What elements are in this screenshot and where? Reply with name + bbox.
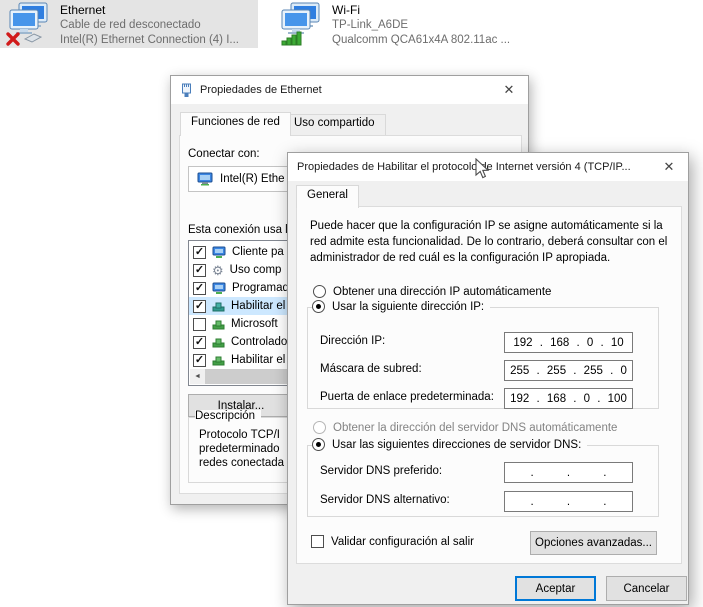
scroll-left-icon[interactable]: ◄ bbox=[190, 373, 205, 380]
tab-general[interactable]: General bbox=[296, 185, 359, 208]
radio-icon bbox=[313, 421, 326, 434]
intro-line: administrador de red cuál es la configur… bbox=[310, 252, 611, 264]
network-adapter-ethernet[interactable]: Ethernet Cable de red desconectado Intel… bbox=[0, 0, 258, 48]
radio-label: Obtener la dirección del servidor DNS au… bbox=[333, 421, 618, 434]
item-label: Programad bbox=[232, 282, 289, 294]
tcpip-dialog-titlebar: Propiedades de Habilitar el protocolo de… bbox=[288, 153, 688, 181]
field-value: 255 . 255 . 255 . 0 bbox=[510, 364, 627, 377]
ethernet-adapter-icon bbox=[4, 2, 52, 51]
dialog-title: Propiedades de Habilitar el protocolo de… bbox=[297, 161, 631, 173]
static-ip-groupbox: Usar la siguiente dirección IP: Direcció… bbox=[307, 300, 659, 409]
item-label: Microsoft bbox=[231, 318, 278, 330]
radio-label: Usar la siguiente dirección IP: bbox=[332, 300, 485, 313]
radio-use-ip[interactable]: Usar la siguiente dirección IP: bbox=[312, 300, 491, 313]
radio-obtain-ip-auto[interactable]: Obtener una dirección IP automáticamente bbox=[313, 285, 551, 298]
network-adapter-wifi[interactable]: Wi-Fi TP-Link_A6DE Qualcomm QCA61x4A 802… bbox=[272, 0, 534, 48]
description-title: Descripción bbox=[195, 410, 256, 422]
tab-funciones-de-red[interactable]: Funciones de red bbox=[180, 112, 291, 136]
item-label: Habilitar el bbox=[231, 300, 286, 312]
close-icon[interactable]: ✕ bbox=[650, 153, 688, 181]
wifi-adapter-icon bbox=[276, 2, 324, 51]
protocol-icon bbox=[212, 336, 225, 348]
radio-obtain-dns-auto: Obtener la dirección del servidor DNS au… bbox=[313, 421, 617, 434]
tab-uso-compartido[interactable]: Uso compartido bbox=[283, 114, 386, 136]
checkbox[interactable]: ✓ bbox=[193, 245, 206, 259]
cancel-button[interactable]: Cancelar bbox=[606, 576, 687, 601]
tcpip-properties-dialog: Propiedades de Habilitar el protocolo de… bbox=[287, 152, 689, 605]
ip-address-label: Dirección IP: bbox=[320, 335, 386, 347]
alternate-dns-label: Servidor DNS alternativo: bbox=[320, 494, 450, 506]
alternate-dns-field[interactable]: . . . bbox=[504, 491, 633, 512]
checkbox[interactable]: ✓ bbox=[193, 299, 206, 313]
adapter-name: Ethernet bbox=[60, 3, 106, 17]
protocol-icon bbox=[212, 318, 225, 330]
checkbox[interactable]: ✓ bbox=[193, 353, 206, 367]
adapter-status: TP-Link_A6DE bbox=[332, 19, 409, 31]
radio-icon[interactable] bbox=[312, 438, 325, 451]
connection-uses-label: Esta conexión usa l bbox=[188, 224, 288, 236]
intro-line: Puede hacer que la configuración IP se a… bbox=[310, 220, 663, 232]
monitor-icon bbox=[197, 172, 213, 186]
checkbox[interactable]: ✓ bbox=[193, 263, 206, 277]
item-label: Habilitar el bbox=[231, 354, 286, 366]
tcpip-dialog-page: Puede hacer que la configuración IP se a… bbox=[296, 206, 682, 564]
tab-label: General bbox=[307, 189, 348, 201]
adapter-status: Cable de red desconectado bbox=[60, 19, 201, 31]
checkbox-label: Validar configuración al salir bbox=[331, 535, 474, 548]
field-value: 192 . 168 . 0 . 10 bbox=[513, 336, 624, 349]
radio-use-dns[interactable]: Usar las siguientes direcciones de servi… bbox=[312, 438, 588, 451]
checkbox[interactable]: ✓ bbox=[193, 281, 206, 295]
static-dns-groupbox: Usar las siguientes direcciones de servi… bbox=[307, 438, 659, 517]
ip-address-field[interactable]: 192 . 168 . 0 . 10 bbox=[504, 332, 633, 353]
item-label: Cliente pa bbox=[232, 246, 284, 258]
protocol-icon bbox=[212, 300, 225, 312]
adapter-device: Qualcomm QCA61x4A 802.11ac ... bbox=[332, 34, 511, 46]
protocol-icon bbox=[212, 354, 225, 366]
radio-label: Usar las siguientes direcciones de servi… bbox=[332, 438, 582, 451]
field-value: . . . bbox=[530, 495, 607, 508]
connected-adapter-name: Intel(R) Ethe bbox=[220, 173, 285, 185]
adapter-name: Wi-Fi bbox=[332, 3, 360, 17]
monitor-icon bbox=[212, 282, 226, 295]
subnet-mask-field[interactable]: 255 . 255 . 255 . 0 bbox=[504, 360, 633, 381]
intro-line: red admite esta funcionalidad. De lo con… bbox=[310, 236, 668, 248]
dialog-title: Propiedades de Ethernet bbox=[200, 84, 322, 96]
monitor-icon bbox=[212, 246, 226, 259]
gear-icon: ⚙ bbox=[212, 262, 224, 278]
intro-text: Puede hacer que la configuración IP se a… bbox=[310, 218, 667, 266]
advanced-options-button[interactable]: Opciones avanzadas... bbox=[530, 531, 657, 555]
ethernet-dialog-titlebar: Propiedades de Ethernet ✕ bbox=[171, 76, 528, 104]
preferred-dns-label: Servidor DNS preferido: bbox=[320, 465, 443, 477]
field-value: . . . bbox=[530, 466, 607, 479]
checkbox-icon[interactable] bbox=[311, 535, 324, 548]
connect-with-label: Conectar con: bbox=[188, 148, 260, 160]
item-label: Uso comp bbox=[229, 264, 282, 276]
checkbox[interactable]: ✓ bbox=[193, 335, 206, 349]
subnet-mask-label: Máscara de subred: bbox=[320, 363, 422, 375]
gateway-field[interactable]: 192 . 168 . 0 . 100 bbox=[504, 388, 633, 409]
close-icon[interactable]: ✕ bbox=[490, 76, 528, 104]
radio-icon[interactable] bbox=[312, 300, 325, 313]
tab-label: Funciones de red bbox=[191, 116, 280, 128]
field-value: 192 . 168 . 0 . 100 bbox=[510, 392, 627, 405]
validate-settings-checkbox[interactable]: Validar configuración al salir bbox=[311, 535, 474, 548]
item-label: Controlado bbox=[231, 336, 288, 348]
radio-label: Obtener una dirección IP automáticamente bbox=[333, 285, 552, 298]
gateway-label: Puerta de enlace predeterminada: bbox=[320, 391, 494, 403]
checkbox[interactable] bbox=[193, 317, 206, 331]
accept-button[interactable]: Aceptar bbox=[515, 576, 596, 601]
radio-icon[interactable] bbox=[313, 285, 326, 298]
tab-label: Uso compartido bbox=[294, 117, 375, 129]
preferred-dns-field[interactable]: . . . bbox=[504, 462, 633, 483]
adapter-device: Intel(R) Ethernet Connection (4) I... bbox=[60, 34, 239, 46]
ethernet-plug-icon bbox=[180, 83, 193, 98]
